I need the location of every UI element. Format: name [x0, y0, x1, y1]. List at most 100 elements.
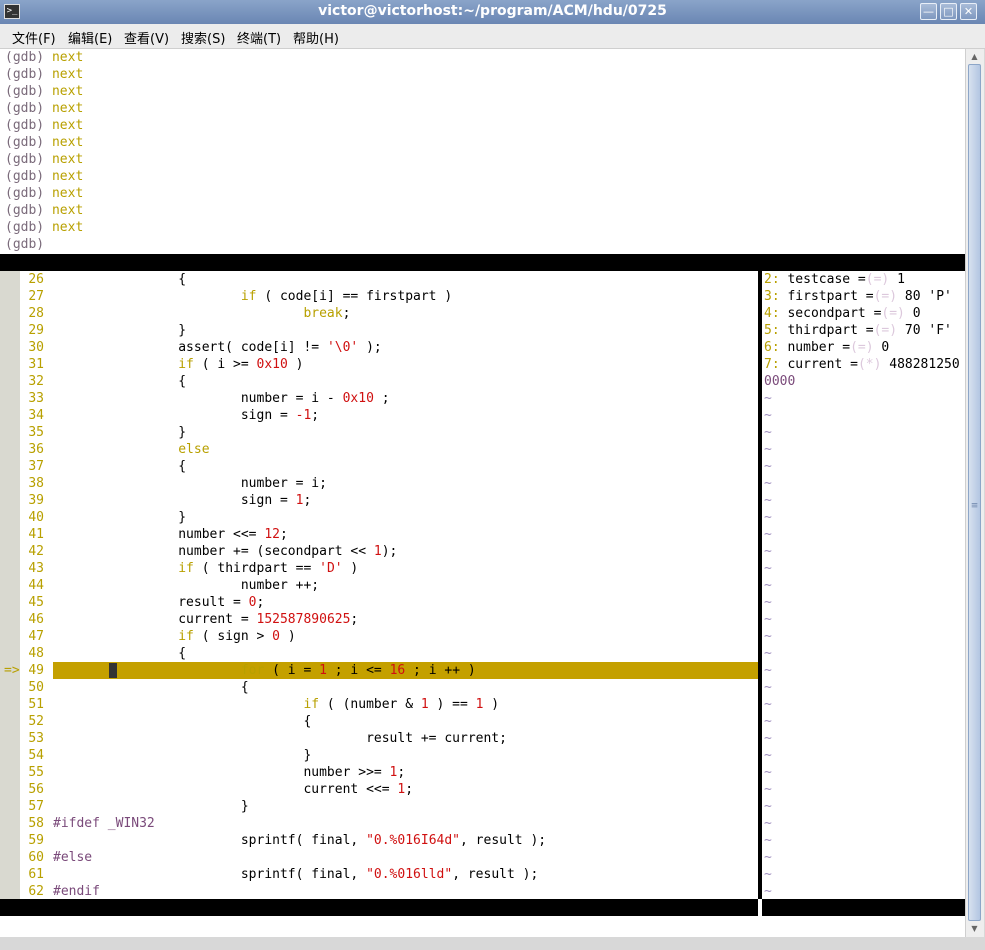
source-line[interactable]: 61 sprintf( final, "0.%016lld", result )…	[0, 866, 758, 883]
source-line[interactable]: 28 break;	[0, 305, 758, 322]
source-line[interactable]: 30 assert( code[i] != '\0' );	[0, 339, 758, 356]
source-line[interactable]: 31 if ( i >= 0x10 )	[0, 356, 758, 373]
terminal-area[interactable]: (gdb) next (gdb) next (gdb) next (gdb) next…	[0, 49, 965, 937]
source-line[interactable]: 46 current = 152587890625;	[0, 611, 758, 628]
source-text: if ( i >= 0x10 )	[178, 357, 304, 372]
source-line[interactable]: 42 number += (secondpart << 1);	[0, 543, 758, 560]
variable-name: number =	[787, 340, 851, 355]
source-line[interactable]: 41 number <<= 12;	[0, 526, 758, 543]
gdb-prompt: (gdb)	[5, 169, 45, 184]
line-number: 37	[28, 459, 44, 474]
menu-help[interactable]: 帮助(H)	[293, 28, 339, 47]
source-line[interactable]: 59 sprintf( final, "0.%016I64d", result …	[0, 832, 758, 849]
source-line[interactable]: 40 }	[0, 509, 758, 526]
line-number: 58	[28, 816, 44, 831]
source-line[interactable]: 52 {	[0, 713, 758, 730]
variable-name: firstpart =	[787, 289, 874, 304]
line-number: 53	[28, 731, 44, 746]
source-line[interactable]: 57 }	[0, 798, 758, 815]
empty-line-tilde: ~	[764, 612, 772, 627]
gdb-command: next	[44, 118, 84, 133]
source-text: {	[53, 646, 187, 661]
line-number: 51	[28, 697, 44, 712]
empty-line-tilde: ~	[764, 714, 772, 729]
source-line[interactable]: 45 result = 0;	[0, 594, 758, 611]
variable-entry[interactable]: 6: number =(=) 0	[764, 339, 889, 356]
minimize-button[interactable]: —	[920, 3, 937, 20]
line-number: 52	[28, 714, 44, 729]
source-line[interactable]: 39 sign = 1;	[0, 492, 758, 509]
empty-line-tilde: ~	[764, 850, 772, 865]
menu-view[interactable]: 查看(V)	[124, 28, 169, 47]
source-line[interactable]: 47 if ( sign > 0 )	[0, 628, 758, 645]
line-number: 46	[28, 612, 44, 627]
variable-value: 0	[912, 306, 921, 321]
line-number: 56	[28, 782, 44, 797]
source-line[interactable]: 62 #endif	[0, 883, 758, 900]
menu-edit[interactable]: 编辑(E)	[68, 28, 112, 47]
source-line[interactable]: 51 if ( (number & 1 ) == 1 )	[0, 696, 758, 713]
source-line[interactable]: 55 number >>= 1;	[0, 764, 758, 781]
source-line[interactable]: 43 if ( thirdpart == 'D' )	[0, 560, 758, 577]
empty-line-tilde: ~	[764, 816, 772, 831]
source-line[interactable]: 35 }	[0, 424, 758, 441]
scroll-up-arrow-icon[interactable]: ▲	[968, 50, 981, 64]
variable-entry[interactable]: 3: firstpart =(=) 80 'P'	[764, 288, 952, 305]
variable-format-hint: (=)	[850, 340, 874, 355]
source-line[interactable]: 37 {	[0, 458, 758, 475]
menu-file[interactable]: 文件(F)	[12, 28, 56, 47]
source-line[interactable]: 34 sign = -1;	[0, 407, 758, 424]
empty-line-tilde: ~	[764, 833, 772, 848]
variable-entry[interactable]: 7: current =(*) 488281250	[764, 356, 960, 373]
source-line[interactable]: 36 else	[0, 441, 758, 458]
variable-format-hint: (=)	[865, 272, 890, 287]
source-line[interactable]: 53 result += current;	[0, 730, 758, 747]
source-text: if ( sign > 0 )	[178, 629, 296, 644]
source-line[interactable]: 26 {	[0, 271, 758, 288]
line-number: 45	[28, 595, 44, 610]
source-line[interactable]: 27 if ( code[i] == firstpart )	[0, 288, 758, 305]
gdb-prompt: (gdb)	[5, 203, 45, 218]
source-line[interactable]: 32 {	[0, 373, 758, 390]
source-line[interactable]: => 49 for ( i = 1 ; i <= 16 ; i ++ )	[0, 662, 758, 679]
source-line[interactable]: 48 {	[0, 645, 758, 662]
source-line[interactable]: 54 }	[0, 747, 758, 764]
vertical-scrollbar[interactable]: ▲ ≡ ▼	[965, 49, 984, 937]
variables-buffer-name: gdb-variables	[796, 917, 899, 932]
variable-entry[interactable]: 4: secondpart =(=) 0	[764, 305, 921, 322]
source-text: }	[53, 748, 312, 763]
source-text: }	[53, 799, 249, 814]
gdb-command: next	[44, 152, 84, 167]
scrollbar-thumb[interactable]: ≡	[968, 64, 981, 921]
source-line[interactable]: 33 number = i - 0x10 ;	[0, 390, 758, 407]
source-line[interactable]: 29 }	[0, 322, 758, 339]
empty-line-tilde: ~	[764, 510, 772, 525]
empty-line-tilde: ~	[764, 442, 772, 457]
source-line[interactable]: 38 number = i;	[0, 475, 758, 492]
menu-search[interactable]: 搜索(S)	[181, 28, 225, 47]
source-text: }	[53, 323, 187, 338]
variable-entry[interactable]: 2: testcase =(=) 1	[764, 271, 905, 288]
empty-line-tilde: ~	[764, 884, 772, 899]
empty-line-tilde: ~	[764, 476, 772, 491]
gdb-history-line: (gdb) next	[5, 83, 83, 100]
source-filename: 1004.c	[36, 917, 84, 932]
maximize-button[interactable]: □	[940, 3, 957, 20]
source-text: #endif	[53, 884, 100, 899]
line-number: 42	[28, 544, 44, 559]
variable-value: 488281250	[889, 357, 960, 372]
pane-separator[interactable]	[758, 271, 762, 899]
close-button[interactable]: ✕	[960, 3, 977, 20]
source-text: #else	[53, 850, 93, 865]
empty-line-tilde: ~	[764, 578, 772, 593]
source-line[interactable]: 44 number ++;	[0, 577, 758, 594]
empty-line-tilde: ~	[764, 425, 772, 440]
source-line[interactable]: 50 {	[0, 679, 758, 696]
source-line[interactable]: 58 #ifdef _WIN32	[0, 815, 758, 832]
variable-entry[interactable]: 5: thirdpart =(=) 70 'F'	[764, 322, 952, 339]
scroll-down-arrow-icon[interactable]: ▼	[968, 922, 981, 936]
source-line[interactable]: 56 current <<= 1;	[0, 781, 758, 798]
variable-index: 6:	[764, 340, 780, 355]
menu-terminal[interactable]: 终端(T)	[237, 28, 281, 47]
source-line[interactable]: 60 #else	[0, 849, 758, 866]
